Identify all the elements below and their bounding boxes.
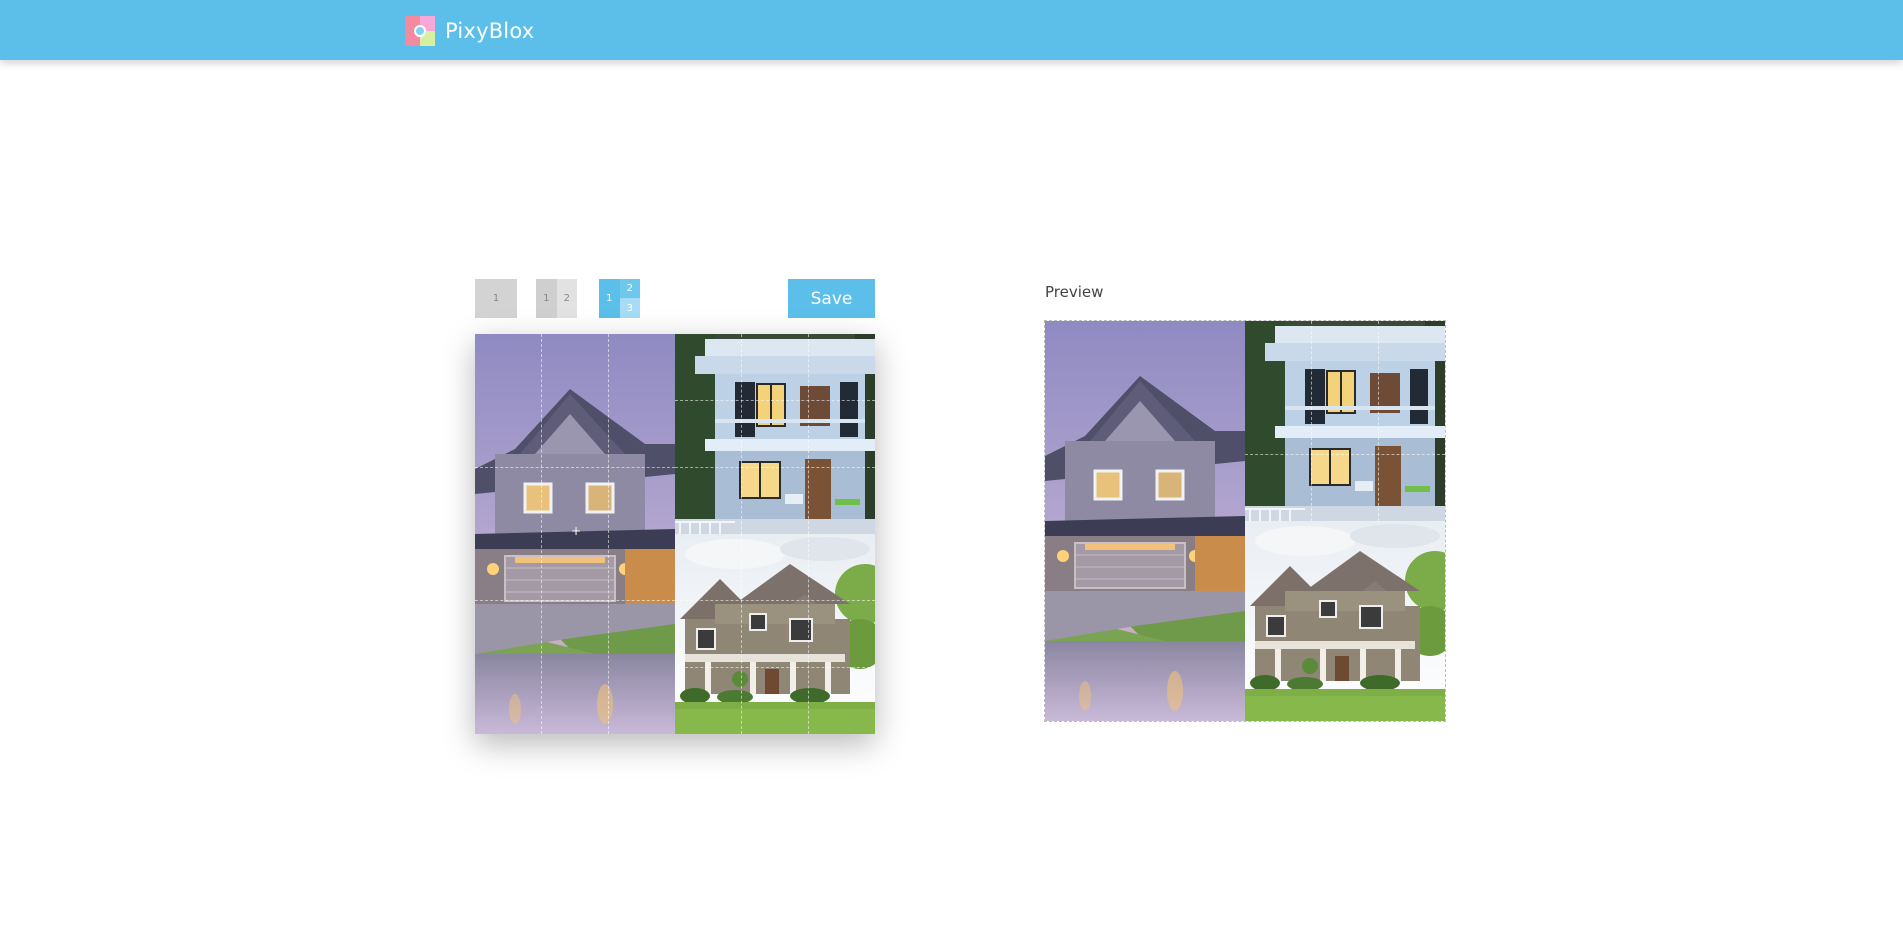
grid-line bbox=[1311, 321, 1312, 521]
tile-image bbox=[1245, 521, 1445, 721]
grid-line bbox=[808, 334, 809, 534]
grid-line bbox=[675, 400, 875, 401]
grid-line bbox=[1245, 454, 1445, 455]
collage-tile-2[interactable] bbox=[675, 334, 875, 534]
tile-image bbox=[1045, 321, 1245, 721]
preview-tile-1 bbox=[1045, 321, 1245, 721]
layout-cell: 1 bbox=[475, 279, 517, 318]
grid-line bbox=[675, 467, 875, 468]
grid-line bbox=[541, 334, 542, 734]
grid-line bbox=[608, 334, 609, 734]
collage-tile-3[interactable] bbox=[675, 534, 875, 734]
tile-image bbox=[675, 534, 875, 734]
grid-line bbox=[675, 667, 875, 668]
layout-cell: 2 bbox=[619, 279, 640, 299]
brand-home-link[interactable]: PixyBlox bbox=[405, 15, 534, 47]
layout-cell: 1 bbox=[599, 279, 620, 318]
grid-line bbox=[808, 534, 809, 734]
layout-3-button[interactable]: 1 2 3 bbox=[599, 279, 640, 318]
grid-line bbox=[475, 600, 675, 601]
layout-cell: 3 bbox=[619, 298, 640, 318]
grid-line bbox=[741, 334, 742, 534]
collage-canvas: + bbox=[475, 334, 875, 734]
grid-line bbox=[1378, 321, 1379, 521]
top-navbar: PixyBlox bbox=[0, 0, 1903, 60]
layout-cell: 1 bbox=[536, 279, 557, 318]
tile-image bbox=[675, 334, 875, 534]
layout-2-button[interactable]: 1 2 bbox=[536, 279, 577, 318]
preview-label: Preview bbox=[1045, 283, 1104, 301]
save-button[interactable]: Save bbox=[788, 279, 875, 318]
collage-preview bbox=[1044, 320, 1446, 722]
grid-line bbox=[741, 534, 742, 734]
grid-line bbox=[675, 600, 875, 601]
collage-tile-1[interactable]: + bbox=[475, 334, 675, 734]
preview-tile-2 bbox=[1245, 321, 1445, 521]
tile-image bbox=[1245, 321, 1445, 521]
app-name: PixyBlox bbox=[445, 19, 535, 43]
pixyblox-logo-icon bbox=[405, 16, 435, 46]
grid-line bbox=[475, 467, 675, 468]
layout-1-button[interactable]: 1 bbox=[475, 279, 517, 318]
layout-cell: 2 bbox=[556, 279, 577, 318]
preview-tile-3 bbox=[1245, 521, 1445, 721]
move-crosshair-icon[interactable]: + bbox=[571, 524, 581, 538]
